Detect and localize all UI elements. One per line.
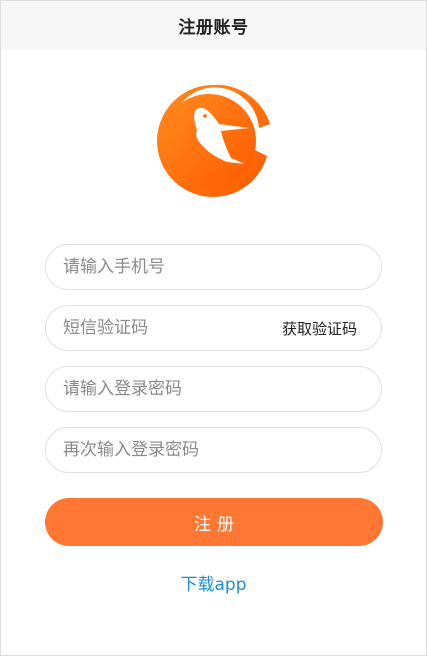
password-input[interactable] — [46, 367, 381, 411]
hummingbird-logo-icon — [157, 84, 270, 197]
register-button[interactable]: 注册 — [45, 498, 383, 546]
page-title: 注册账号 — [178, 18, 249, 38]
phone-field[interactable] — [45, 244, 382, 290]
sms-code-field[interactable]: 获取验证码 — [45, 305, 382, 351]
confirm-password-input[interactable] — [46, 428, 381, 472]
confirm-password-field[interactable] — [45, 427, 382, 473]
phone-input[interactable] — [46, 245, 381, 289]
sms-code-input[interactable] — [46, 306, 282, 350]
get-code-button[interactable]: 获取验证码 — [282, 318, 381, 339]
header-bar: 注册账号 — [1, 1, 426, 50]
password-field[interactable] — [45, 366, 382, 412]
download-app-link[interactable]: 下载app — [0, 570, 427, 595]
